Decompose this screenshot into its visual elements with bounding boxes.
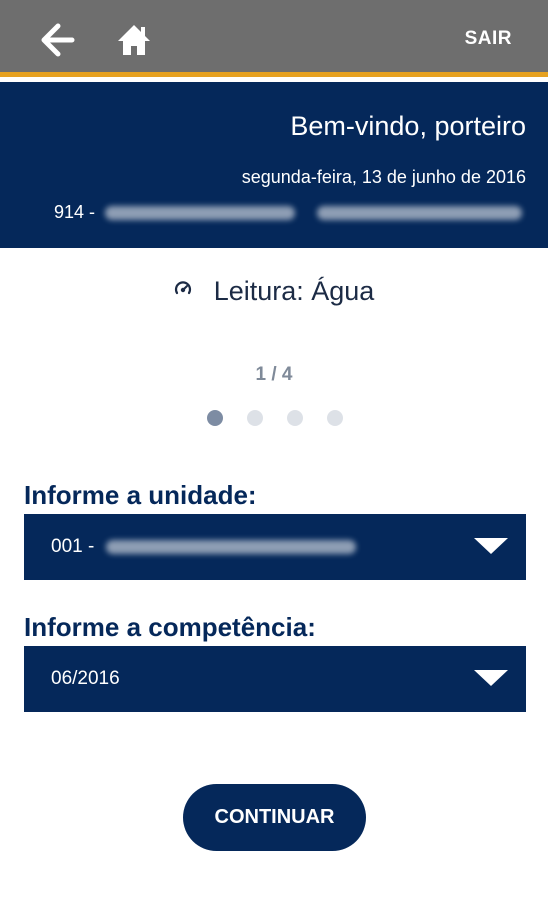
step-indicator	[207, 410, 343, 426]
back-button[interactable]	[36, 20, 80, 60]
chevron-down-icon	[474, 538, 508, 554]
chevron-down-icon	[474, 670, 508, 686]
welcome-header: Bem-vindo, porteiro segunda-feira, 13 de…	[0, 82, 548, 248]
reading-title-text: Leitura: Água	[213, 276, 375, 306]
exit-button[interactable]: SAIR	[465, 28, 512, 50]
condominium-info: 914 -	[54, 202, 523, 223]
unit-select-value: 001 -	[51, 536, 95, 557]
redacted-text	[105, 205, 296, 220]
reading-title: Leitura: Água	[0, 276, 548, 307]
redacted-text	[317, 205, 523, 220]
redacted-text	[106, 540, 357, 554]
period-label: Informe a competência:	[24, 612, 316, 642]
continue-button[interactable]: CONTINUAR	[183, 784, 366, 851]
step-dot-4[interactable]	[327, 410, 343, 426]
gauge-icon	[174, 281, 191, 295]
unit-select[interactable]: 001 -	[24, 514, 526, 580]
home-button[interactable]	[112, 20, 156, 60]
welcome-text: Bem-vindo, porteiro	[290, 111, 526, 141]
arrow-left-icon	[41, 23, 75, 57]
current-date: segunda-feira, 13 de junho de 2016	[241, 167, 526, 187]
condominium-code: 914 -	[54, 202, 96, 222]
unit-label: Informe a unidade:	[24, 480, 257, 510]
top-app-bar: SAIR	[0, 0, 548, 77]
period-select-value: 06/2016	[51, 668, 120, 689]
step-counter: 1 / 4	[255, 364, 293, 385]
period-select[interactable]: 06/2016	[24, 646, 526, 712]
step-dot-2[interactable]	[247, 410, 263, 426]
home-icon	[118, 25, 150, 55]
step-dot-3[interactable]	[287, 410, 303, 426]
step-dot-1[interactable]	[207, 410, 223, 426]
